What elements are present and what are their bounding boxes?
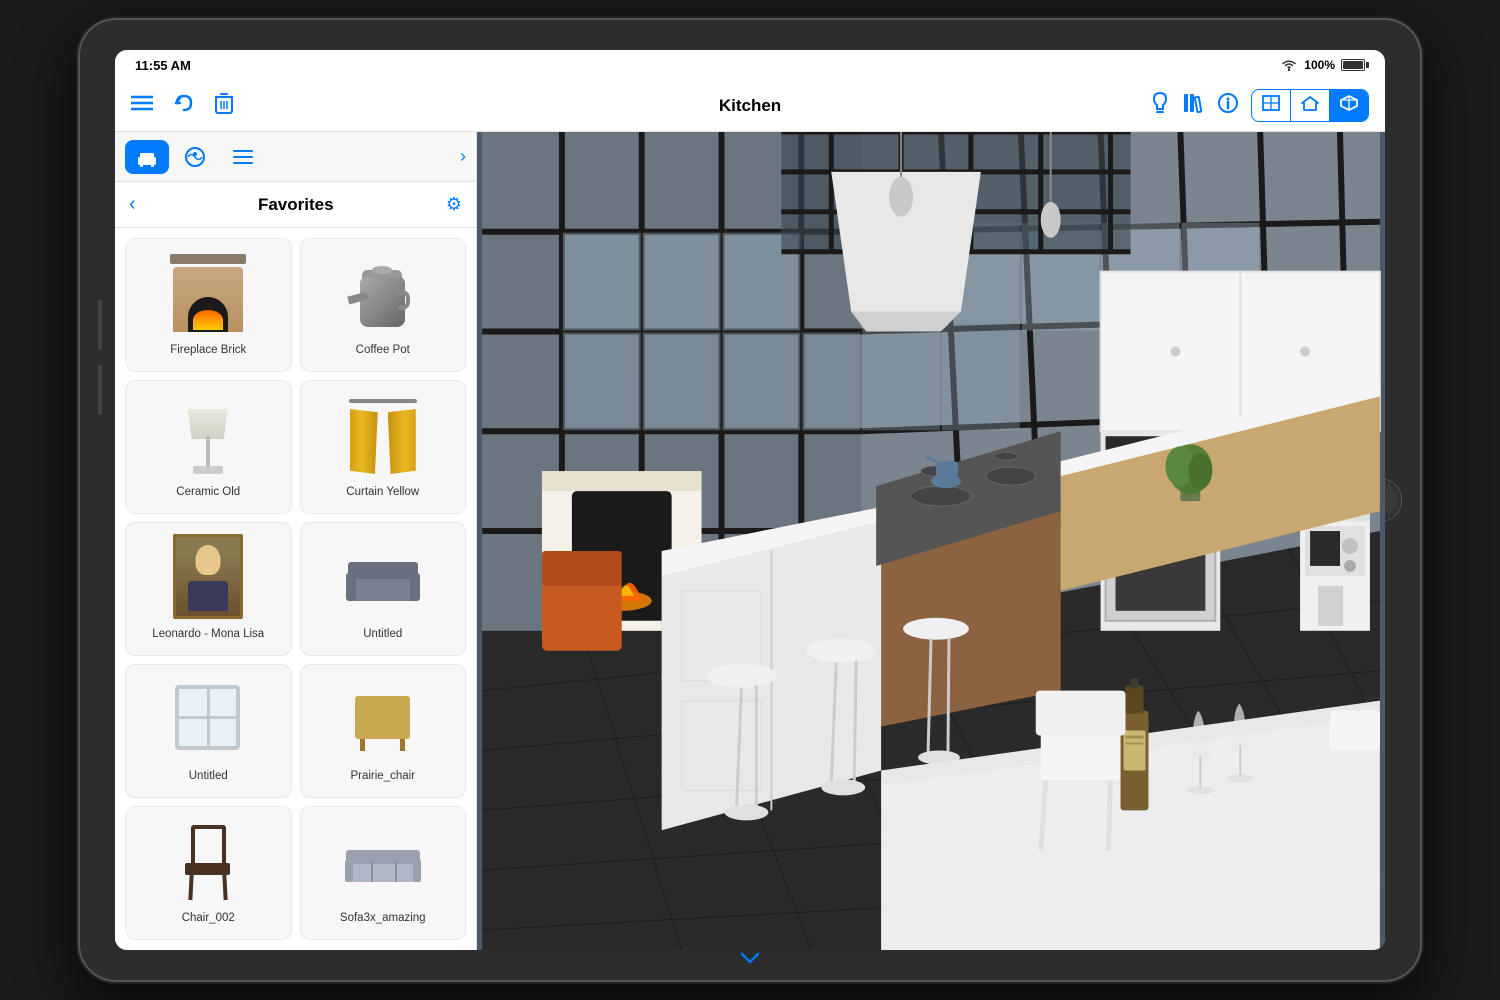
3d-view-btn[interactable] bbox=[1330, 90, 1368, 121]
fireplace-thumbnail bbox=[168, 252, 248, 332]
list-item[interactable]: Ceramic Old bbox=[125, 380, 292, 514]
tab-materials[interactable] bbox=[173, 140, 217, 174]
toolbar-right bbox=[1149, 89, 1369, 122]
trash-icon[interactable] bbox=[215, 92, 233, 120]
bulb-icon[interactable] bbox=[1149, 91, 1171, 121]
list-item[interactable]: Leonardo - Mona Lisa bbox=[125, 522, 292, 656]
battery-icon bbox=[1341, 59, 1365, 71]
item-thumb-curtain bbox=[309, 389, 458, 479]
info-icon[interactable] bbox=[1217, 92, 1239, 120]
list-item[interactable]: Untitled bbox=[300, 522, 467, 656]
item-thumb-untitled1 bbox=[309, 531, 458, 621]
item-thumb-untitled2 bbox=[134, 673, 283, 763]
list-item[interactable]: Curtain Yellow bbox=[300, 380, 467, 514]
battery-percent: 100% bbox=[1304, 58, 1335, 72]
item-thumb-chair002 bbox=[134, 815, 283, 905]
panel-expand-icon[interactable]: › bbox=[460, 146, 466, 167]
item-label-monalisa: Leonardo - Mona Lisa bbox=[152, 627, 264, 642]
item-label-untitled2: Untitled bbox=[189, 769, 228, 784]
favorites-title: Favorites bbox=[146, 195, 446, 215]
list-item[interactable]: Untitled bbox=[125, 664, 292, 798]
item-thumb-ceramic bbox=[134, 389, 283, 479]
main-toolbar: Kitchen bbox=[115, 80, 1385, 132]
ceramic-thumbnail bbox=[176, 394, 241, 474]
item-thumb-coffeepot bbox=[309, 247, 458, 337]
item-thumb-sofa3x bbox=[309, 815, 458, 905]
window-thumbnail bbox=[173, 683, 243, 753]
item-label-ceramic: Ceramic Old bbox=[176, 485, 240, 500]
tab-list[interactable] bbox=[221, 140, 265, 174]
library-icon[interactable] bbox=[1183, 92, 1205, 120]
favorites-grid: Fireplace Brick bbox=[115, 228, 476, 950]
panel-back-button[interactable]: ‹ bbox=[129, 193, 136, 216]
coffeepot-thumbnail bbox=[348, 252, 418, 332]
undo-icon[interactable] bbox=[173, 93, 195, 119]
item-thumb-prairie bbox=[309, 673, 458, 763]
panel-header: ‹ Favorites ⚙ bbox=[115, 182, 476, 228]
kitchen-scene-svg bbox=[477, 132, 1385, 950]
item-label-curtain: Curtain Yellow bbox=[346, 485, 419, 500]
monalisa-thumbnail bbox=[173, 534, 243, 619]
tab-furniture[interactable] bbox=[125, 140, 169, 174]
sofa3x-thumbnail bbox=[343, 833, 423, 888]
time-display: 11:55 AM bbox=[135, 58, 191, 73]
item-label-fireplace: Fireplace Brick bbox=[170, 343, 246, 358]
chair-thumbnail bbox=[173, 820, 243, 900]
panel-tabs: › bbox=[115, 132, 476, 182]
item-thumb-monalisa bbox=[134, 531, 283, 621]
prairie-thumbnail bbox=[345, 686, 420, 751]
menu-icon[interactable] bbox=[131, 94, 153, 117]
item-label-untitled1: Untitled bbox=[363, 627, 402, 642]
ipad-frame: 11:55 AM 100% bbox=[80, 20, 1420, 980]
item-thumb-fireplace bbox=[134, 247, 283, 337]
wifi-icon bbox=[1280, 58, 1298, 72]
view-mode-buttons bbox=[1251, 89, 1369, 122]
item-label-prairie: Prairie_chair bbox=[350, 769, 415, 784]
sofa-grey-thumbnail bbox=[343, 546, 423, 606]
list-item[interactable]: Coffee Pot bbox=[300, 238, 467, 372]
volume-down-button[interactable] bbox=[98, 365, 102, 415]
panel-settings-icon[interactable]: ⚙ bbox=[446, 194, 462, 215]
list-item[interactable]: Sofa3x_amazing bbox=[300, 806, 467, 940]
floorplan-view-btn[interactable] bbox=[1252, 90, 1291, 121]
item-label-sofa3x: Sofa3x_amazing bbox=[340, 911, 426, 926]
status-bar: 11:55 AM 100% bbox=[115, 50, 1385, 80]
item-label-chair002: Chair_002 bbox=[182, 911, 235, 926]
toolbar-left bbox=[131, 92, 233, 120]
list-item[interactable]: Chair_002 bbox=[125, 806, 292, 940]
list-item[interactable]: Fireplace Brick bbox=[125, 238, 292, 372]
main-content: › ‹ Favorites ⚙ bbox=[115, 132, 1385, 950]
screen: 11:55 AM 100% bbox=[115, 50, 1385, 950]
3d-view[interactable] bbox=[477, 132, 1385, 950]
scene-title: Kitchen bbox=[719, 96, 781, 116]
status-right: 100% bbox=[1280, 58, 1365, 72]
house-view-btn[interactable] bbox=[1291, 90, 1330, 121]
curtain-thumbnail bbox=[348, 394, 418, 474]
left-panel: › ‹ Favorites ⚙ bbox=[115, 132, 477, 950]
list-item[interactable]: Prairie_chair bbox=[300, 664, 467, 798]
item-label-coffeepot: Coffee Pot bbox=[356, 343, 410, 358]
volume-up-button[interactable] bbox=[98, 300, 102, 350]
